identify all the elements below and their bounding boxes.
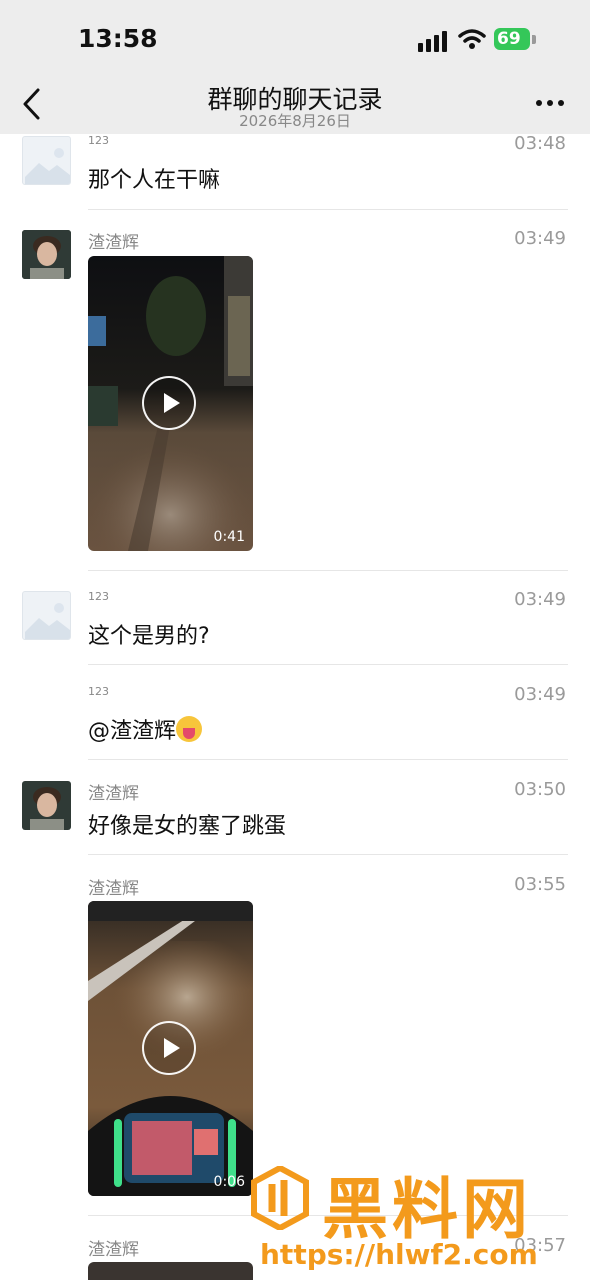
battery-indicator: 69 bbox=[494, 28, 530, 50]
message-time: 03:48 bbox=[514, 133, 566, 154]
play-icon[interactable] bbox=[142, 376, 196, 430]
wifi-icon bbox=[458, 29, 486, 49]
page-date: 2026年8月26日 bbox=[239, 112, 351, 130]
sender-name: 渣渣辉 bbox=[88, 784, 139, 804]
video-message[interactable]: 0:41 bbox=[88, 256, 253, 551]
watermark: 黑料网 https://hlwf2.com bbox=[248, 1160, 580, 1278]
message-text[interactable]: @渣渣辉 bbox=[88, 713, 203, 745]
divider bbox=[88, 759, 568, 760]
avatar[interactable] bbox=[22, 136, 71, 185]
sender-name: 渣渣辉 bbox=[88, 1240, 139, 1260]
divider bbox=[88, 854, 568, 855]
mention-text: @渣渣辉 bbox=[88, 719, 177, 744]
message-text[interactable]: 这个是男的? bbox=[88, 618, 210, 650]
watermark-logo-icon bbox=[251, 1166, 309, 1230]
message-time: 03:49 bbox=[514, 589, 566, 610]
sender-name: 123 bbox=[88, 685, 109, 698]
video-duration: 0:06 bbox=[213, 1174, 245, 1190]
video-message[interactable]: 0:06 bbox=[88, 901, 253, 1196]
tongue-emoji-icon bbox=[176, 716, 203, 742]
avatar[interactable] bbox=[22, 591, 71, 640]
message-time: 03:55 bbox=[514, 874, 566, 895]
sender-name: 123 bbox=[88, 134, 109, 147]
sender-name: 123 bbox=[88, 590, 109, 603]
message-text[interactable]: 好像是女的塞了跳蛋 bbox=[88, 808, 286, 840]
sender-name: 渣渣辉 bbox=[88, 233, 139, 253]
divider bbox=[88, 664, 568, 665]
message-time: 03:49 bbox=[514, 228, 566, 249]
avatar[interactable] bbox=[22, 781, 71, 830]
status-time: 13:58 bbox=[78, 24, 158, 53]
message-text[interactable]: 那个人在干嘛 bbox=[88, 162, 220, 194]
avatar[interactable] bbox=[22, 230, 71, 279]
battery-cap bbox=[532, 35, 536, 44]
video-duration: 0:41 bbox=[213, 529, 245, 545]
divider bbox=[88, 209, 568, 210]
header-bar: 13:58 69 群聊的聊天记录 2026年8月26日 bbox=[0, 0, 590, 134]
watermark-url: https://hlwf2.com bbox=[260, 1238, 538, 1271]
cellular-signal-icon bbox=[418, 31, 447, 52]
sender-name: 渣渣辉 bbox=[88, 879, 139, 899]
video-message[interactable] bbox=[88, 1262, 253, 1280]
message-time: 03:49 bbox=[514, 684, 566, 705]
more-options-icon[interactable] bbox=[536, 100, 564, 106]
message-time: 03:50 bbox=[514, 779, 566, 800]
divider bbox=[88, 570, 568, 571]
play-icon[interactable] bbox=[142, 1021, 196, 1075]
